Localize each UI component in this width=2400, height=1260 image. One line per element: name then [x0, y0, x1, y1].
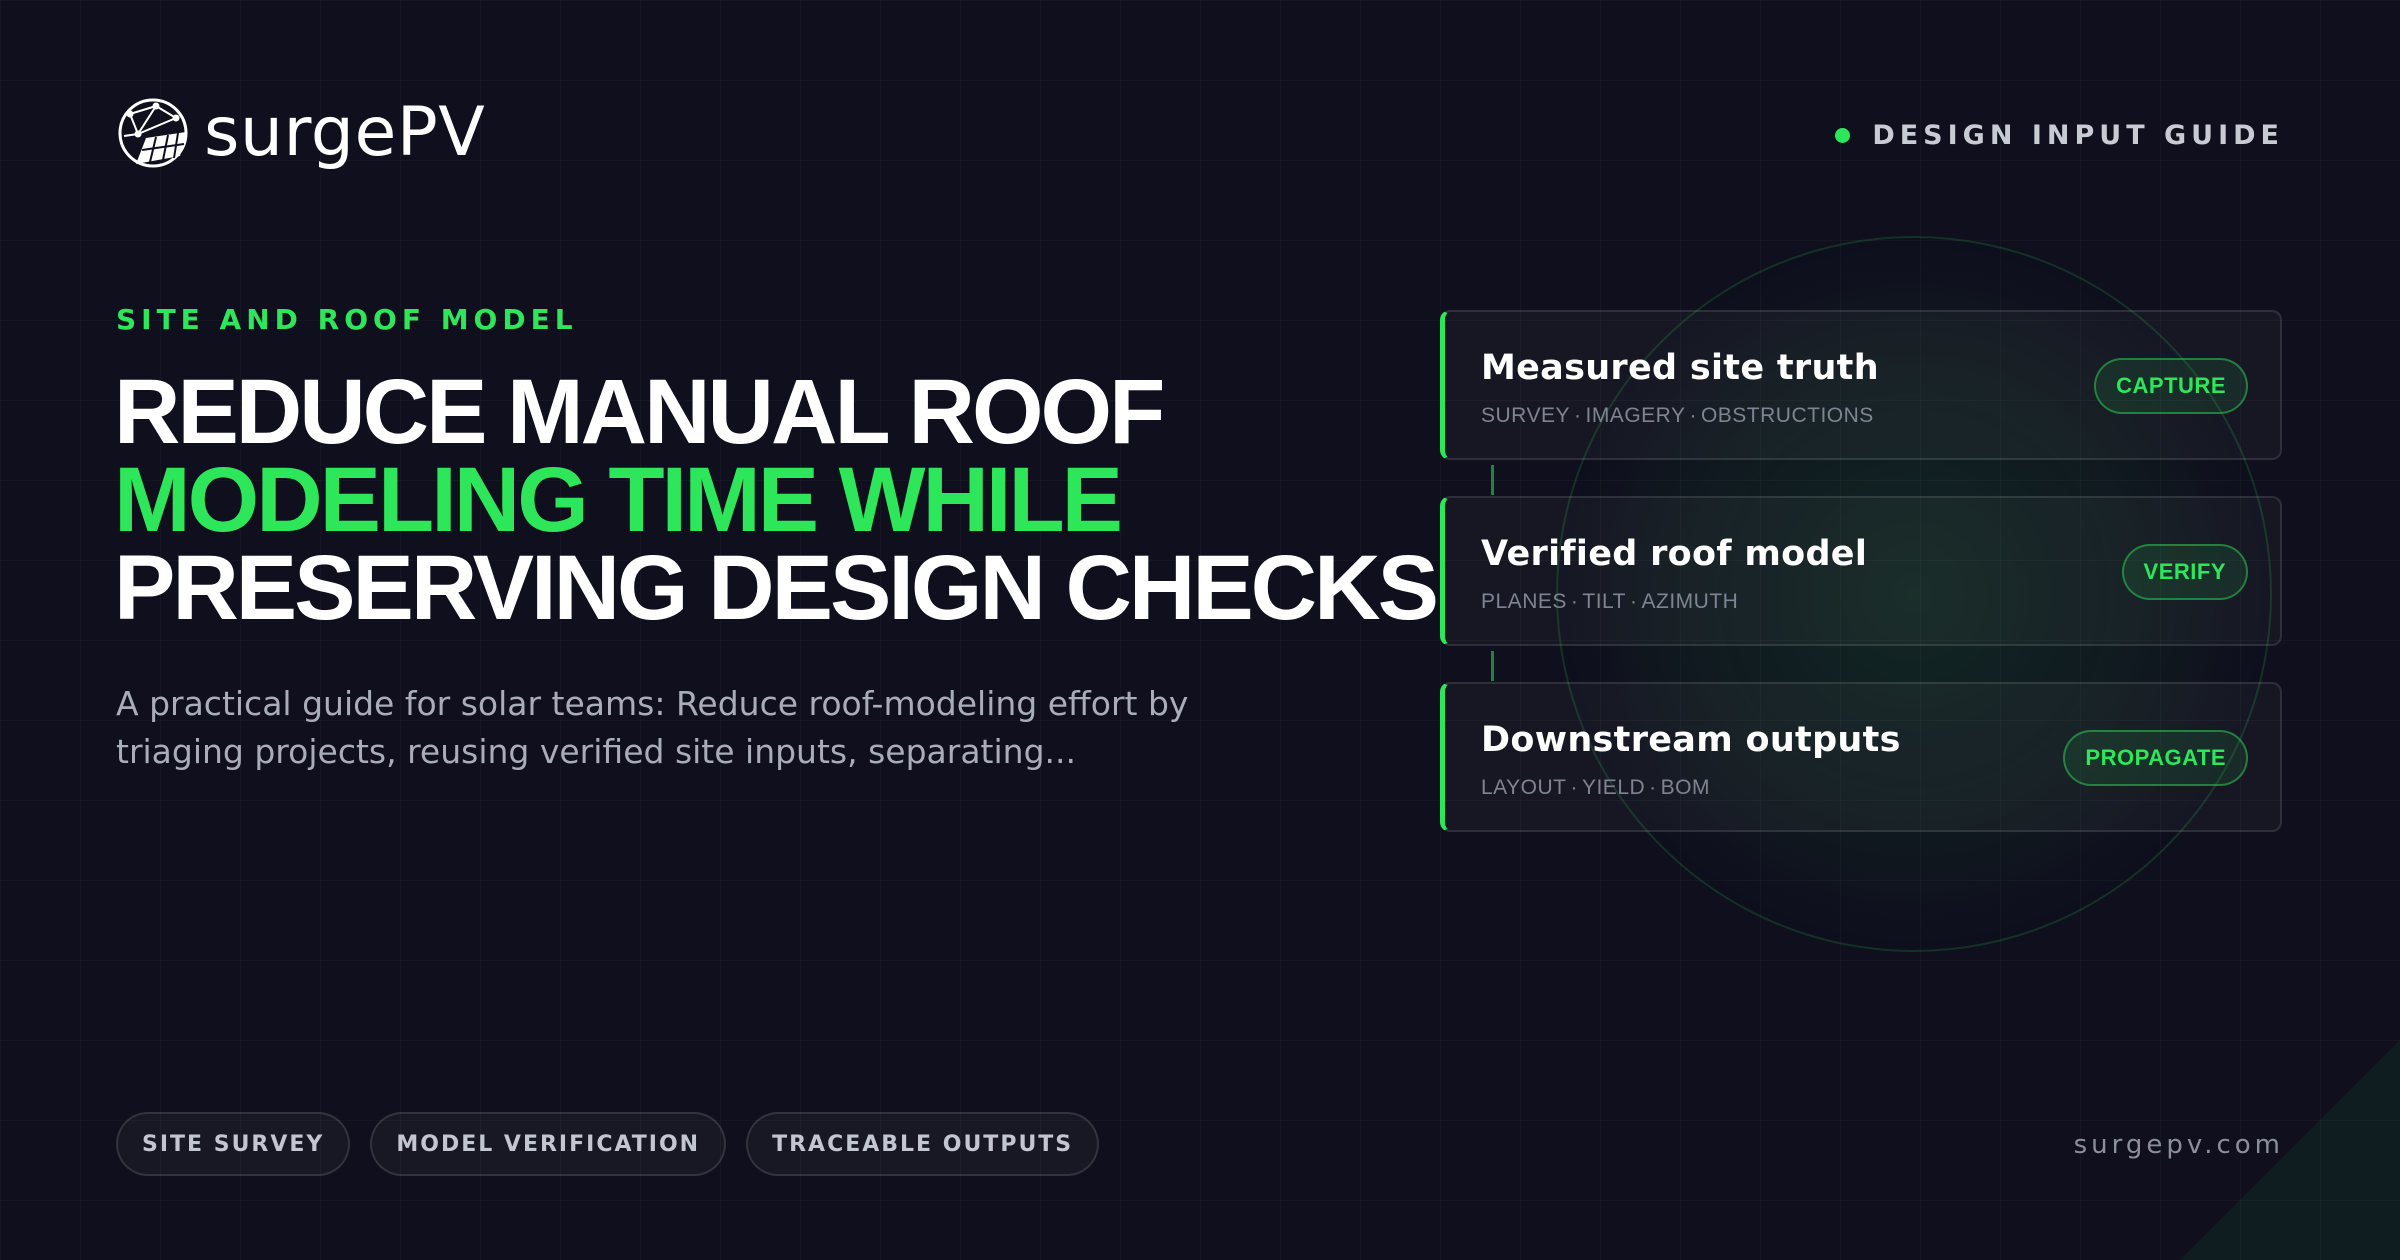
website-link[interactable]: surgepv.com: [2074, 1130, 2284, 1160]
card-tag: BOM: [1660, 776, 1711, 799]
card-measured-site-truth: Measured site truth SURVEY · IMAGERY · OBSTR…: [1440, 310, 2282, 460]
headline-line-1: REDUCE MANUAL ROOF: [114, 361, 1165, 463]
guide-label: DESIGN INPUT GUIDE: [1872, 120, 2284, 151]
card-tags: LAYOUT · YIELD · BOM: [1481, 776, 1711, 799]
card-downstream-outputs: Downstream outputs LAYOUT · YIELD · BOM PROP…: [1440, 682, 2282, 832]
card-tag: SURVEY: [1481, 404, 1570, 427]
card-title: Measured site truth: [1481, 348, 1879, 388]
card-tag: IMAGERY: [1585, 404, 1686, 427]
brand-logo[interactable]: surgePV: [116, 96, 485, 170]
card-tag: AZIMUTH: [1641, 590, 1739, 613]
eyebrow: SITE AND ROOF MODEL: [116, 303, 578, 336]
card-connector: [1491, 465, 1494, 495]
green-dot-icon: [1835, 128, 1851, 143]
card-title: Downstream outputs: [1481, 720, 1901, 760]
headline-line-3: PRESERVING DESIGN CHECKS: [114, 537, 1439, 639]
banner: surgePV DESIGN INPUT GUIDE SITE AND ROOF…: [0, 0, 2400, 1260]
card-title: Verified roof model: [1481, 534, 1868, 574]
chip-model-verification: MODEL VERIFICATION: [370, 1112, 727, 1176]
card-tags: PLANES · TILT · AZIMUTH: [1481, 590, 1739, 613]
card-tag: YIELD: [1581, 776, 1646, 799]
card-verified-roof-model: Verified roof model PLANES · TILT · AZIMUTH …: [1440, 496, 2282, 646]
solar-globe-logo-icon: [118, 98, 188, 168]
chip-site-survey: SITE SURVEY: [116, 1112, 351, 1176]
card-tags: SURVEY · IMAGERY · OBSTRUCTIONS: [1481, 404, 1874, 427]
card-tag: TILT: [1582, 590, 1626, 613]
card-tag: LAYOUT: [1481, 776, 1567, 799]
headline-line-2: MODELING TIME WHILE: [114, 449, 1123, 551]
topic-chips: SITE SURVEY MODEL VERIFICATION TRACEABLE…: [116, 1112, 1119, 1176]
card-tag: PLANES: [1481, 590, 1567, 613]
brand-name: surgePV: [204, 93, 486, 172]
chip-traceable-outputs: TRACEABLE OUTPUTS: [746, 1112, 1100, 1176]
verify-badge: VERIFY: [2121, 544, 2248, 600]
headline: REDUCE MANUAL ROOF MODELING TIME WHILE P…: [114, 361, 1439, 639]
card-tag: OBSTRUCTIONS: [1700, 404, 1874, 427]
guide-tag: DESIGN INPUT GUIDE: [1835, 120, 2284, 151]
description: A practical guide for solar teams: Reduc…: [116, 684, 1189, 771]
capture-badge: CAPTURE: [2094, 358, 2248, 414]
card-connector: [1491, 651, 1494, 681]
propagate-badge: PROPAGATE: [2063, 730, 2248, 786]
